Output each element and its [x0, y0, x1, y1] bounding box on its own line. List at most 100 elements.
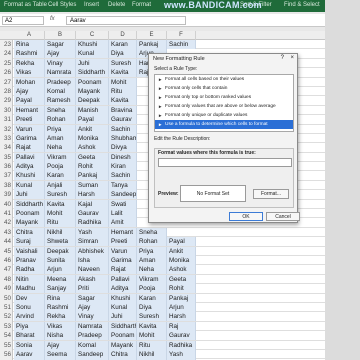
- grid-cell[interactable]: Suresh: [137, 312, 167, 322]
- grid-cell[interactable]: Arvind: [14, 312, 45, 322]
- grid-cell[interactable]: Harsh: [167, 312, 196, 322]
- grid-cell[interactable]: Swati: [109, 199, 137, 209]
- grid-cell[interactable]: Nisha: [45, 331, 76, 341]
- grid-cell[interactable]: Rashmi: [14, 49, 45, 59]
- grid-cell[interactable]: Vikram: [45, 152, 76, 162]
- grid-cell[interactable]: Pankaj: [167, 293, 196, 303]
- grid-cell[interactable]: Neha: [137, 265, 167, 275]
- grid-cell[interactable]: Neha: [45, 143, 76, 153]
- ok-button[interactable]: OK: [229, 212, 263, 221]
- grid-cell[interactable]: Dev: [14, 293, 45, 303]
- row-number[interactable]: 51: [0, 302, 13, 313]
- column-header[interactable]: C: [76, 31, 109, 40]
- grid-cell[interactable]: Amit: [109, 218, 137, 228]
- grid-cell[interactable]: Seema: [45, 349, 76, 359]
- row-number[interactable]: 24: [0, 49, 13, 59]
- row-number[interactable]: 25: [0, 58, 13, 69]
- grid-cell[interactable]: Mayank: [76, 86, 109, 96]
- ribbon-format[interactable]: Format: [132, 2, 151, 8]
- row-number[interactable]: 37: [0, 171, 13, 181]
- grid-cell[interactable]: Pradeep: [45, 77, 76, 87]
- row-number[interactable]: 35: [0, 152, 13, 163]
- grid-cell[interactable]: Namrata: [45, 68, 76, 78]
- grid-cell[interactable]: Nikhil: [45, 227, 76, 237]
- grid-cell[interactable]: Vikas: [45, 321, 76, 331]
- grid-cell[interactable]: Monika: [76, 133, 109, 143]
- row-number[interactable]: 45: [0, 246, 13, 256]
- rule-type-item[interactable]: ► Format only top or bottom ranked values: [155, 93, 293, 102]
- rule-formula-input[interactable]: [158, 158, 292, 167]
- grid-cell[interactable]: Priya: [137, 246, 167, 256]
- column-header[interactable]: E: [137, 31, 167, 40]
- grid-cell[interactable]: Diya: [137, 302, 167, 312]
- grid-cell[interactable]: Vaishali: [14, 246, 45, 256]
- grid-cell[interactable]: Sagar: [76, 293, 109, 303]
- grid-cell[interactable]: Sandeep: [76, 349, 109, 359]
- grid-cell[interactable]: Nitin: [14, 274, 45, 284]
- row-number[interactable]: 26: [0, 68, 13, 78]
- grid-cell[interactable]: Tanya: [109, 180, 137, 190]
- grid-cell[interactable]: Deepak: [76, 96, 109, 106]
- grid-cell[interactable]: Ritu: [109, 86, 137, 96]
- row-number[interactable]: 31: [0, 115, 13, 125]
- row-number[interactable]: 50: [0, 293, 13, 303]
- grid-cell[interactable]: Vikas: [14, 68, 45, 78]
- row-number[interactable]: 38: [0, 180, 13, 191]
- ribbon-insert[interactable]: Insert: [84, 2, 99, 8]
- help-icon[interactable]: ?: [281, 55, 284, 61]
- row-number[interactable]: 23: [0, 40, 13, 50]
- grid-cell[interactable]: Sonu: [14, 302, 45, 312]
- formula-input[interactable]: Aarav: [66, 16, 186, 25]
- grid-cell[interactable]: Juhi: [14, 190, 45, 200]
- row-number[interactable]: 40: [0, 199, 13, 210]
- grid-cell[interactable]: Rekha: [45, 312, 76, 322]
- grid-cell[interactable]: Juhi: [109, 312, 137, 322]
- row-number[interactable]: 56: [0, 349, 13, 360]
- grid-cell[interactable]: Ritu: [137, 340, 167, 350]
- grid-cell[interactable]: Ashok: [76, 143, 109, 153]
- grid-cell[interactable]: Meena: [45, 274, 76, 284]
- cancel-button[interactable]: Cancel: [266, 212, 300, 221]
- column-header[interactable]: D: [109, 31, 137, 40]
- column-header[interactable]: A: [14, 31, 45, 40]
- grid-cell[interactable]: Khushi: [76, 40, 109, 49]
- row-number[interactable]: 53: [0, 321, 13, 332]
- grid-cell[interactable]: Ankit: [76, 124, 109, 134]
- grid-cell[interactable]: Shweta: [45, 237, 76, 247]
- grid-cell[interactable]: Nikhil: [137, 349, 167, 359]
- grid-cell[interactable]: Khushi: [109, 293, 137, 303]
- grid-cell[interactable]: Kunal: [109, 302, 137, 312]
- grid-cell[interactable]: Karan: [137, 293, 167, 303]
- grid-cell[interactable]: Simran: [76, 237, 109, 247]
- format-button[interactable]: Format...: [253, 189, 289, 199]
- grid-cell[interactable]: Pankaj: [76, 171, 109, 181]
- grid-cell[interactable]: Garima: [109, 255, 137, 265]
- row-number[interactable]: 49: [0, 284, 13, 294]
- grid-cell[interactable]: Rashmi: [45, 302, 76, 312]
- row-number[interactable]: 48: [0, 274, 13, 285]
- grid-cell[interactable]: Pallavi: [109, 274, 137, 284]
- grid-cell[interactable]: Rohit: [76, 162, 109, 172]
- grid-cell[interactable]: Rohan: [137, 237, 167, 247]
- grid-cell[interactable]: Kavita: [45, 199, 76, 209]
- grid-cell[interactable]: Mohit: [45, 209, 76, 219]
- grid-cell[interactable]: Abhishek: [76, 246, 109, 256]
- row-number[interactable]: 42: [0, 218, 13, 228]
- row-number[interactable]: 36: [0, 162, 13, 172]
- row-number[interactable]: 55: [0, 340, 13, 350]
- grid-cell[interactable]: Sneha: [45, 105, 76, 115]
- row-number[interactable]: 43: [0, 227, 13, 238]
- grid-cell[interactable]: Mohit: [109, 77, 137, 87]
- grid-cell[interactable]: Yash: [167, 349, 196, 359]
- grid-cell[interactable]: Rina: [14, 40, 45, 49]
- grid-cell[interactable]: Ankit: [167, 246, 196, 256]
- grid-cell[interactable]: Pooja: [45, 162, 76, 172]
- grid-cell[interactable]: Preeti: [109, 237, 137, 247]
- grid-cell[interactable]: Gaurav: [109, 115, 137, 125]
- grid-cell[interactable]: Akash: [76, 274, 109, 284]
- grid-cell[interactable]: Mayank: [109, 340, 137, 350]
- ribbon-delete[interactable]: Delete: [108, 2, 125, 8]
- grid-cell[interactable]: Mohan: [14, 77, 45, 87]
- row-number[interactable]: 30: [0, 105, 13, 116]
- ribbon-cell-styles[interactable]: Cell Styles: [48, 2, 76, 8]
